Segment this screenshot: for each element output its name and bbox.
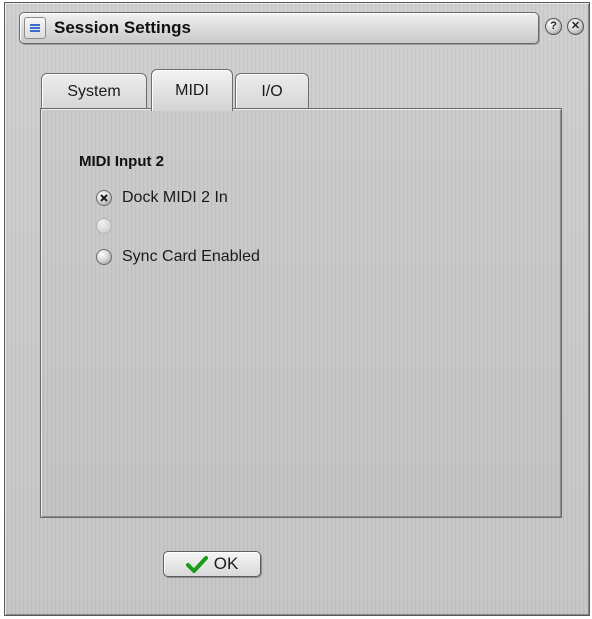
radio-label: Dock MIDI 2 In — [122, 189, 228, 206]
tab-io[interactable]: I/O — [235, 73, 309, 109]
tab-label: System — [67, 82, 121, 100]
session-settings-window: Session Settings ? ✕ System MIDI I/O MID… — [4, 2, 590, 616]
radio-option-sync-card-enabled[interactable]: Sync Card Enabled — [96, 248, 260, 266]
radio-x-mark-icon — [100, 194, 108, 202]
section-title: MIDI Input 2 — [79, 153, 164, 170]
checkmark-icon — [185, 556, 208, 573]
ok-label: OK — [213, 554, 239, 573]
close-button[interactable]: ✕ — [567, 18, 584, 35]
midi-settings-panel: MIDI Input 2 Dock MIDI 2 In Sync Card En… — [40, 108, 562, 518]
radio-option-dock-midi-2-in[interactable]: Dock MIDI 2 In — [96, 189, 228, 207]
radio-button-disabled — [96, 218, 112, 234]
menu-icon[interactable] — [24, 17, 46, 39]
window-title: Session Settings — [54, 18, 191, 37]
tab-label: MIDI — [175, 81, 209, 99]
menu-lines-icon — [30, 24, 40, 32]
title-bar: Session Settings — [19, 12, 539, 44]
tab-system[interactable]: System — [41, 73, 147, 109]
ok-button[interactable]: OK — [163, 551, 261, 577]
radio-button-selected[interactable] — [96, 190, 112, 206]
help-icon: ? — [550, 20, 557, 32]
help-button[interactable]: ? — [545, 18, 562, 35]
tab-label: I/O — [261, 82, 283, 100]
close-icon: ✕ — [570, 20, 581, 32]
tab-midi[interactable]: MIDI — [151, 69, 233, 111]
radio-label: Sync Card Enabled — [122, 248, 260, 265]
radio-button[interactable] — [96, 249, 112, 265]
radio-option-disabled — [96, 218, 122, 234]
